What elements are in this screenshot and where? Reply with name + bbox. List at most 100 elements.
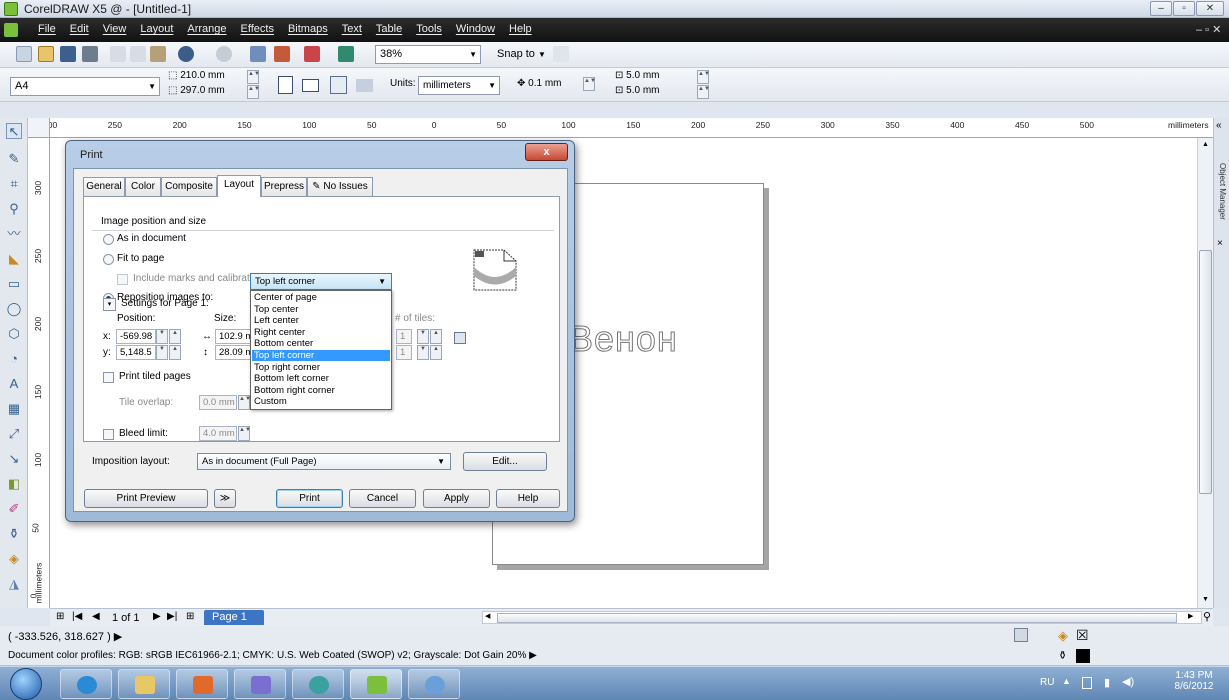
- cut-icon[interactable]: [110, 46, 126, 62]
- menu-bitmaps[interactable]: Bitmaps: [288, 23, 328, 35]
- smart-fill-tool-icon[interactable]: ◣: [6, 251, 22, 267]
- imposition-combo[interactable]: As in document (Full Page) ▼: [197, 453, 451, 470]
- duplicate-x-spinner[interactable]: ▲▼: [697, 70, 710, 84]
- object-manager-tab[interactable]: Object Manager: [1217, 163, 1227, 220]
- mdi-controls[interactable]: – ▫ ✕: [1196, 23, 1221, 36]
- close-docker-icon[interactable]: ×: [1217, 238, 1223, 249]
- dropdown-option[interactable]: Center of page: [252, 292, 390, 303]
- menu-table[interactable]: Table: [376, 23, 402, 35]
- dropdown-option[interactable]: Bottom left corner: [252, 373, 390, 384]
- lock-ratio-icon[interactable]: [454, 332, 466, 344]
- tiles-y-spinner[interactable]: ▼: [417, 345, 429, 360]
- close-button[interactable]: ✕: [1196, 1, 1224, 16]
- tiles-y-input[interactable]: 1: [396, 345, 412, 360]
- rectangle-tool-icon[interactable]: ▭: [6, 276, 22, 292]
- width-input[interactable]: 102.9 m: [215, 329, 252, 344]
- save-icon[interactable]: [60, 46, 76, 62]
- menu-window[interactable]: Window: [456, 23, 495, 35]
- y-position-input[interactable]: 5,148.5: [116, 345, 156, 360]
- tiles-x-spinner-up[interactable]: ▲: [430, 329, 442, 344]
- paper-width-field[interactable]: ⬚ 210.0 mm: [168, 70, 225, 81]
- connector-tool-icon[interactable]: ↘: [6, 451, 22, 467]
- dialog-close-button[interactable]: x: [525, 143, 568, 161]
- first-page-icon[interactable]: |◀: [72, 611, 82, 622]
- vertical-ruler[interactable]: 300 250 200 150 100 50 0 millimeters: [28, 138, 50, 608]
- tab-no-issues[interactable]: ✎ No Issues: [307, 177, 373, 196]
- units-combo[interactable]: millimeters ▼: [418, 76, 500, 95]
- scroll-thumb[interactable]: [1199, 250, 1212, 494]
- print-icon[interactable]: [82, 46, 98, 62]
- horizontal-scrollbar[interactable]: ◀ ▶: [482, 611, 1202, 624]
- x-position-spinner[interactable]: ▼: [156, 329, 168, 344]
- portrait-icon[interactable]: [278, 76, 293, 94]
- menu-view[interactable]: View: [103, 23, 127, 35]
- zoom-navigator-icon[interactable]: ⚲: [1203, 610, 1211, 623]
- scroll-up-icon[interactable]: ▲: [1202, 141, 1209, 148]
- ruler-origin[interactable]: [28, 118, 50, 138]
- redo-icon[interactable]: [216, 46, 232, 62]
- battery-icon[interactable]: [1082, 677, 1092, 689]
- scroll-left-icon[interactable]: ◀: [485, 612, 490, 620]
- color-proof-icon[interactable]: [1014, 628, 1028, 642]
- taskbar-media-button[interactable]: [176, 669, 228, 699]
- current-page-icon[interactable]: [356, 79, 373, 92]
- print-preview-button[interactable]: Print Preview: [84, 489, 208, 508]
- tab-layout[interactable]: Layout: [217, 175, 261, 197]
- duplicate-y-field[interactable]: ⊡ 5.0 mm: [615, 85, 660, 96]
- print-tiled-checkbox[interactable]: [103, 372, 114, 383]
- landscape-icon[interactable]: [302, 79, 319, 92]
- duplicate-x-field[interactable]: ⊡ 5.0 mm: [615, 70, 660, 81]
- horizontal-ruler[interactable]: 300 250 200 150 100 50 0 50 100 150 200 250 300 350 40…: [28, 118, 1213, 138]
- paper-size-combo[interactable]: A4 ▼: [10, 77, 160, 96]
- pick-tool-icon[interactable]: ↖: [6, 123, 22, 139]
- nudge-field[interactable]: ✥ 0.1 mm: [517, 78, 562, 89]
- expand-docker-icon[interactable]: «: [1216, 120, 1222, 131]
- menu-layout[interactable]: Layout: [140, 23, 173, 35]
- cancel-button[interactable]: Cancel: [349, 489, 416, 508]
- prev-page-icon[interactable]: ◀: [92, 611, 100, 622]
- last-page-icon[interactable]: ▶|: [167, 611, 177, 622]
- outline-color-swatch[interactable]: [1076, 649, 1090, 663]
- taskbar-explorer-button[interactable]: [118, 669, 170, 699]
- dropdown-option[interactable]: Top left corner: [252, 350, 390, 361]
- scroll-down-icon[interactable]: ▼: [1202, 596, 1209, 603]
- y-position-spinner[interactable]: ▼: [156, 345, 168, 360]
- fill-indicator-icon[interactable]: ◈: [1058, 628, 1068, 644]
- x-position-spinner-up[interactable]: ▲: [169, 329, 181, 344]
- freehand-tool-icon[interactable]: 〰: [6, 226, 22, 242]
- tiles-x-spinner[interactable]: ▼: [417, 329, 429, 344]
- bleed-limit-spinner[interactable]: ▲▼: [238, 426, 251, 441]
- settings-expand-icon[interactable]: ▾: [103, 298, 116, 311]
- tab-color[interactable]: Color: [125, 177, 161, 196]
- paste-icon[interactable]: [150, 46, 166, 62]
- scroll-thumb[interactable]: [497, 613, 1177, 623]
- blend-tool-icon[interactable]: ◧: [6, 476, 22, 492]
- vertical-scrollbar[interactable]: ▲ ▼: [1197, 138, 1213, 608]
- outline-pen-tool-icon[interactable]: ⚱: [6, 526, 22, 542]
- taskbar-network-button[interactable]: [292, 669, 344, 699]
- y-position-spinner-up[interactable]: ▲: [169, 345, 181, 360]
- crop-tool-icon[interactable]: ⌗: [6, 176, 22, 192]
- outline-indicator-icon[interactable]: ⚱: [1058, 649, 1067, 662]
- cursor-coordinates[interactable]: ( -333.526, 318.627 ) ▶: [8, 630, 122, 643]
- dropdown-option[interactable]: Bottom right corner: [252, 385, 390, 396]
- include-marks-checkbox[interactable]: [117, 274, 128, 285]
- volume-icon[interactable]: ◀): [1122, 675, 1134, 688]
- menu-effects[interactable]: Effects: [241, 23, 274, 35]
- zoom-combo[interactable]: 38% ▼: [375, 45, 481, 64]
- taskbar-ie-button[interactable]: [60, 669, 112, 699]
- text-tool-icon[interactable]: A: [6, 376, 22, 392]
- tile-overlap-input[interactable]: 0.0 mm: [199, 395, 237, 410]
- taskbar-coreldraw-button[interactable]: [350, 669, 402, 699]
- tile-overlap-spinner[interactable]: ▲▼: [238, 395, 251, 410]
- import-icon[interactable]: [250, 46, 266, 62]
- polygon-tool-icon[interactable]: ⬡: [6, 326, 22, 342]
- menu-tools[interactable]: Tools: [416, 23, 442, 35]
- dropdown-option[interactable]: Left center: [252, 315, 390, 326]
- apply-button[interactable]: Apply: [423, 489, 490, 508]
- expand-preview-button[interactable]: ≫: [214, 489, 236, 508]
- application-launcher-icon[interactable]: [304, 46, 320, 62]
- zoom-tool-icon[interactable]: ⚲: [6, 201, 22, 217]
- menu-edit[interactable]: Edit: [70, 23, 89, 35]
- taskbar-paint-button[interactable]: [234, 669, 286, 699]
